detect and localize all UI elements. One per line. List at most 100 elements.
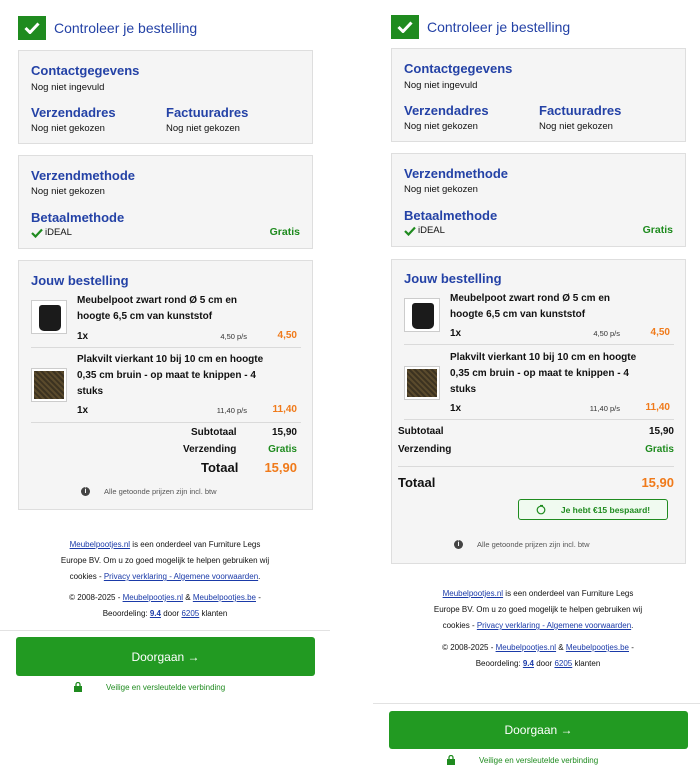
shipping-method-title: Verzendmethode — [31, 168, 136, 183]
billing-address-title: Factuuradres — [539, 103, 622, 118]
secure-connection: Veilige en versleutelde verbinding — [74, 682, 225, 692]
product-image-felt[interactable] — [31, 368, 67, 402]
secure-connection: Veilige en versleutelde verbinding — [447, 755, 598, 765]
product-image-leg[interactable] — [404, 298, 440, 332]
shipping-method-value: Nog niet gekozen — [31, 186, 105, 197]
shipping-address-value: Nog niet gekozen — [404, 121, 478, 132]
info-icon: i — [454, 540, 463, 549]
footer-text: Meubelpootjes.nl is een onderdeel van Fu… — [433, 589, 643, 630]
checkout-review-expanded: Controleer je bestelling Contactgegevens… — [373, 0, 700, 770]
divider — [404, 419, 674, 420]
divider — [398, 466, 674, 467]
subtotal-value: 15,90 — [648, 426, 674, 437]
secure-text: Veilige en versleutelde verbinding — [479, 755, 599, 765]
info-icon: i — [81, 487, 90, 496]
shipping-address-title: Verzendadres — [31, 105, 116, 120]
policy-link[interactable]: Privacy verklaring - Algemene voorwaarde… — [477, 621, 631, 630]
vat-note: i Alle getoonde prijzen zijn incl. btw — [81, 487, 217, 496]
contact-value: Nog niet ingevuld — [31, 82, 105, 93]
divider — [404, 344, 674, 345]
payment-method-title: Betaalmethode — [404, 208, 498, 223]
product-name[interactable]: Plakvilt vierkant 10 bij 10 cm en hoogte… — [77, 352, 307, 400]
checkmark-icon — [391, 15, 419, 39]
product-line-price: 11,40 — [645, 402, 670, 413]
subtotal-value: 15,90 — [271, 427, 297, 438]
method-card: Verzendmethode Nog niet gekozen Betaalme… — [18, 155, 313, 249]
product-qty: 1x — [450, 403, 462, 414]
vat-note-text: Alle getoonde prijzen zijn incl. btw — [104, 487, 217, 496]
shipping-address-title: Verzendadres — [404, 103, 489, 118]
footer-text: Meubelpootjes.nl is een onderdeel van Fu… — [60, 540, 270, 581]
product-name[interactable]: Meubelpoot zwart rond Ø 5 cm en hoogte 6,… — [77, 293, 307, 325]
page-title: Controleer je bestelling — [427, 19, 571, 35]
product-image-leg[interactable] — [31, 300, 67, 334]
footer-divider — [373, 703, 700, 704]
rating-link[interactable]: 9.4 — [150, 609, 161, 618]
billing-address-value: Nog niet gekozen — [166, 123, 240, 134]
shipping-address-value: Nog niet gekozen — [31, 123, 105, 134]
site-link-nl[interactable]: Meubelpootjes.nl — [70, 540, 130, 549]
order-card: Jouw bestelling Meubelpoot zwart rond Ø … — [18, 260, 313, 510]
piggy-bank-icon — [536, 504, 546, 515]
checkout-review-compact: Controleer je bestelling Contactgegevens… — [0, 0, 330, 700]
page-title: Controleer je bestelling — [54, 20, 198, 36]
subtotal-label: Subtotaal — [398, 426, 444, 437]
shipping-value: Gratis — [268, 444, 297, 455]
product-line-price: 4,50 — [650, 327, 670, 338]
product-qty: 1x — [450, 328, 462, 339]
payment-method-name: iDEAL — [418, 225, 445, 236]
site-link-nl[interactable]: Meubelpootjes.nl — [443, 589, 503, 598]
footer-copyright: © 2008-2025 - Meubelpootjes.nl & Meubelp… — [442, 643, 634, 668]
reviews-link[interactable]: 6205 — [554, 659, 572, 668]
payment-method-value: iDEAL — [404, 225, 445, 236]
order-title: Jouw bestelling — [404, 271, 502, 286]
site-link-nl[interactable]: Meubelpootjes.nl — [123, 593, 183, 602]
product-name[interactable]: Plakvilt vierkant 10 bij 10 cm en hoogte… — [450, 350, 680, 398]
total-label: Totaal — [398, 475, 436, 490]
product-line-price: 4,50 — [277, 330, 297, 341]
billing-address-title: Factuuradres — [166, 105, 249, 120]
vat-note: i Alle getoonde prijzen zijn incl. btw — [454, 540, 590, 549]
total-label: Totaal — [201, 460, 239, 475]
savings-text: Je hebt €15 bespaard! — [560, 504, 651, 515]
lock-icon — [447, 755, 455, 765]
order-title: Jouw bestelling — [31, 273, 129, 288]
review-header: Controleer je bestelling — [18, 16, 197, 40]
site-link-be[interactable]: Meubelpootjes.be — [193, 593, 256, 602]
savings-badge: Je hebt €15 bespaard! — [518, 499, 668, 520]
product-image-felt[interactable] — [404, 366, 440, 400]
address-card: Contactgegevens Nog niet ingevuld Verzen… — [18, 50, 313, 144]
site-link-nl[interactable]: Meubelpootjes.nl — [496, 643, 556, 652]
shipping-label: Verzending — [183, 444, 237, 455]
secure-text: Veilige en versleutelde verbinding — [106, 682, 226, 692]
product-name[interactable]: Meubelpoot zwart rond Ø 5 cm en hoogte 6,… — [450, 291, 680, 323]
divider — [31, 347, 301, 348]
payment-cost: Gratis — [642, 224, 673, 236]
product-qty: 1x — [77, 405, 89, 416]
payment-cost: Gratis — [269, 226, 300, 238]
check-icon — [404, 226, 416, 236]
product-qty: 1x — [77, 331, 89, 342]
divider — [31, 422, 301, 423]
vat-note-text: Alle getoonde prijzen zijn incl. btw — [477, 540, 590, 549]
rating-link[interactable]: 9.4 — [523, 659, 534, 668]
billing-address-value: Nog niet gekozen — [539, 121, 613, 132]
shipping-method-title: Verzendmethode — [404, 166, 509, 181]
continue-button[interactable]: Doorgaan → — [389, 711, 688, 749]
continue-button[interactable]: Doorgaan → — [16, 637, 315, 676]
address-card: Contactgegevens Nog niet ingevuld Verzen… — [391, 48, 686, 142]
order-card: Jouw bestelling Meubelpoot zwart rond Ø … — [391, 259, 686, 564]
footer-copyright: © 2008-2025 - Meubelpootjes.nl & Meubelp… — [69, 593, 261, 618]
total-value: 15,90 — [264, 460, 297, 475]
product-line-price: 11,40 — [272, 404, 297, 415]
footer-divider — [0, 630, 330, 631]
payment-method-value: iDEAL — [31, 227, 72, 238]
contact-title: Contactgegevens — [404, 61, 513, 76]
site-link-be[interactable]: Meubelpootjes.be — [566, 643, 629, 652]
reviews-link[interactable]: 6205 — [181, 609, 199, 618]
product-unit-price: 11,40 p/s — [589, 404, 620, 413]
shipping-value: Gratis — [645, 444, 674, 455]
product-unit-price: 4,50 p/s — [220, 332, 247, 341]
method-card: Verzendmethode Nog niet gekozen Betaalme… — [391, 153, 686, 247]
policy-link[interactable]: Privacy verklaring - Algemene voorwaarde… — [104, 572, 258, 581]
